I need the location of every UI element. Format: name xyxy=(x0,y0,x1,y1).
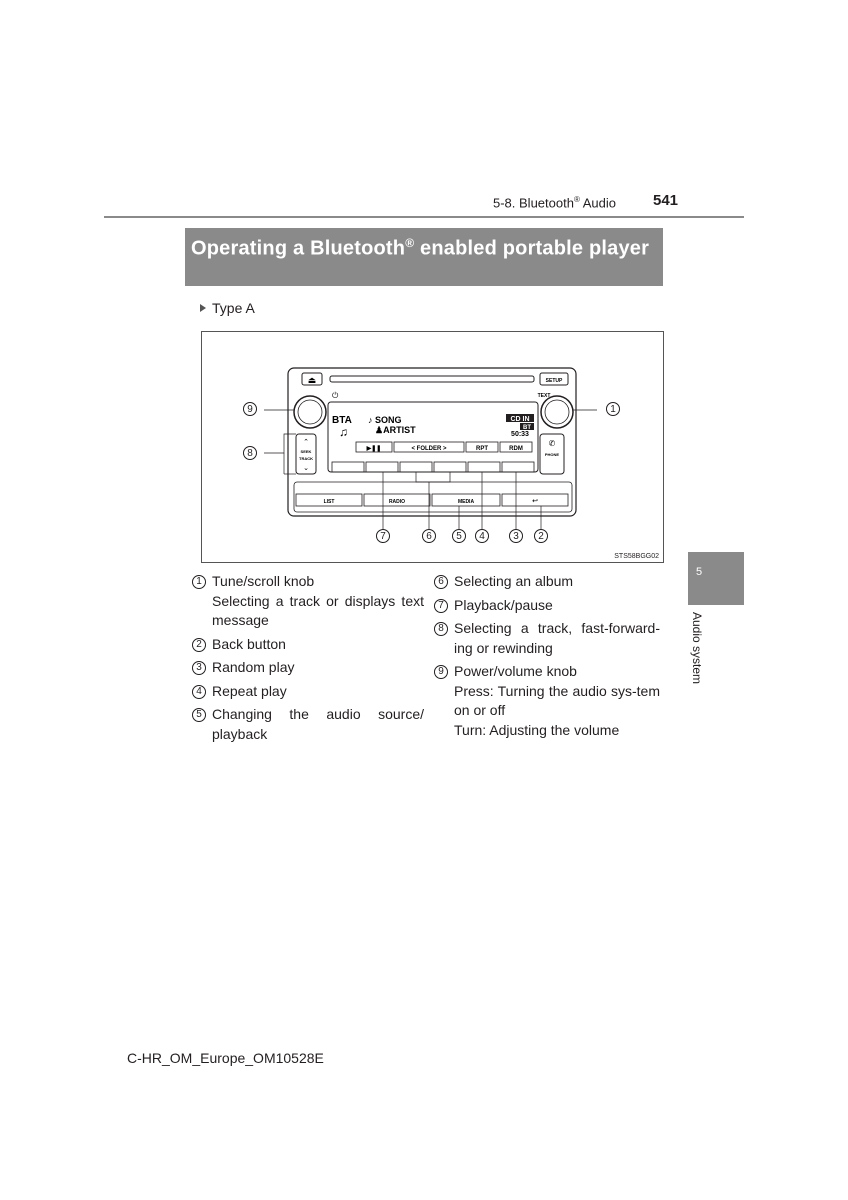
svg-text:< FOLDER >: < FOLDER > xyxy=(411,446,447,452)
callout-4: 4 xyxy=(475,529,489,543)
legend-item: 8 Selecting a track, fast-forward-ing or … xyxy=(434,619,660,658)
figure-code: STS58BGG02 xyxy=(614,553,659,560)
legend-item: 9 Power/volume knob Press: Turning the aud… xyxy=(434,662,660,740)
eject-icon: ⏏ xyxy=(308,375,317,385)
svg-text:RADIO: RADIO xyxy=(389,499,405,505)
power-icon: ⏻ xyxy=(332,391,339,400)
display-time: 50:33 xyxy=(511,431,529,438)
callout-7: 7 xyxy=(376,529,390,543)
legend-item: 1 Tune/scroll knob Selecting a track or di… xyxy=(192,572,424,631)
legend-item: 3 Random play xyxy=(192,658,424,678)
legend-right: 6 Selecting an album 7 Playback/pause 8 Sel… xyxy=(434,572,660,744)
callout-2: 2 xyxy=(534,529,548,543)
callout-8: 8 xyxy=(243,446,257,460)
svg-text:TRACK: TRACK xyxy=(299,456,313,461)
footer-code: C-HR_OM_Europe_OM10528E xyxy=(127,1050,324,1066)
display-song: ♪ SONG xyxy=(368,415,402,425)
chapter-label: Audio system xyxy=(690,612,704,685)
page-number: 541 xyxy=(653,192,679,209)
page-title: Operating a Bluetooth® enabled portable … xyxy=(185,228,663,286)
audio-unit-drawing: ⏏ SETUP TEXT ⏻ BTA ♪ SONG ♟ARTIST ♫ CD I… xyxy=(264,367,597,529)
type-label: Type A xyxy=(200,300,255,316)
svg-text:▶❚❚: ▶❚❚ xyxy=(366,445,382,452)
svg-text:⌄: ⌄ xyxy=(303,465,309,472)
callout-6: 6 xyxy=(422,529,436,543)
phone-icon: ✆ xyxy=(549,439,556,448)
svg-text:LIST: LIST xyxy=(324,499,335,505)
legend-item: 7 Playback/pause xyxy=(434,596,660,616)
audio-unit-figure: ⏏ SETUP TEXT ⏻ BTA ♪ SONG ♟ARTIST ♫ CD I… xyxy=(201,331,664,563)
legend-item: 5 Changing the audio source/ playback xyxy=(192,705,424,744)
callout-1: 1 xyxy=(606,402,620,416)
legend-item: 2 Back button xyxy=(192,635,424,655)
section-label: 5-8. Bluetooth® Audio xyxy=(493,195,617,211)
callout-9: 9 xyxy=(243,402,257,416)
legend-item: 6 Selecting an album xyxy=(434,572,660,592)
svg-text:PHONE: PHONE xyxy=(545,452,560,457)
setup-label: SETUP xyxy=(546,378,563,384)
callout-5: 5 xyxy=(452,529,466,543)
tune-knob xyxy=(540,395,574,429)
display-artist: ♟ARTIST xyxy=(375,425,416,435)
svg-text:⌃: ⌃ xyxy=(303,438,309,446)
music-note-icon: ♫ xyxy=(339,425,348,439)
legend-item: 4 Repeat play xyxy=(192,682,424,702)
svg-text:MEDIA: MEDIA xyxy=(458,499,475,505)
triangle-icon xyxy=(200,304,206,312)
display-cdin: CD IN xyxy=(510,416,529,423)
svg-text:↩: ↩ xyxy=(532,498,538,505)
header-divider xyxy=(104,216,744,218)
chapter-tab: 5 xyxy=(688,552,744,605)
svg-text:RPT: RPT xyxy=(476,446,488,452)
callout-3: 3 xyxy=(509,529,523,543)
legend-left: 1 Tune/scroll knob Selecting a track or di… xyxy=(192,572,424,748)
svg-text:RDM: RDM xyxy=(509,446,523,452)
volume-knob xyxy=(293,395,327,429)
svg-text:SEEK: SEEK xyxy=(301,449,312,454)
